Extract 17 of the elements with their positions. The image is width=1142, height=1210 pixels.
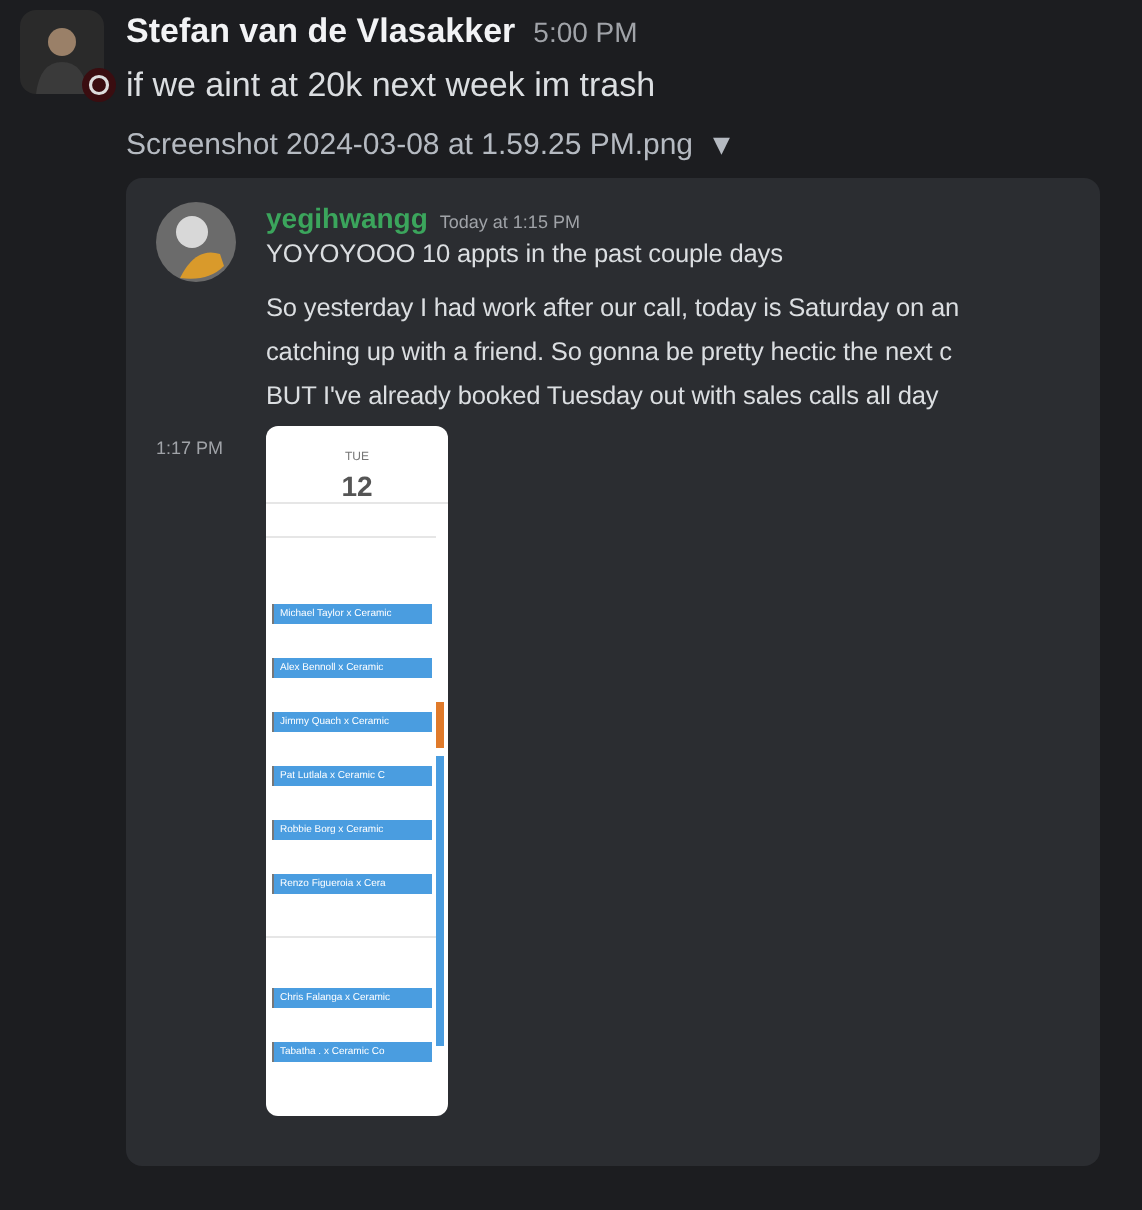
badge-icon	[82, 68, 116, 102]
timestamp: 5:00 PM	[533, 16, 638, 48]
message-text: catching up with a friend. So gonna be pretty hectic the next c	[266, 334, 954, 370]
avatar	[20, 10, 104, 94]
dropdown-caret[interactable]: ▼	[713, 132, 730, 158]
date-label: 12	[341, 470, 373, 502]
message-text: if we aint at 20k next week im trash	[126, 66, 658, 106]
message-text: YOYOYOOO 10 appts in the past couple days	[266, 236, 785, 272]
attachment-name[interactable]: Screenshot 2024-03-08 at 1.59.25 PM.png	[126, 128, 694, 162]
timestamp: 1:17 PM	[156, 438, 226, 458]
event-strip	[436, 702, 444, 748]
timestamp: Today at 1:15 PM	[439, 212, 580, 232]
message-text: BUT I've already booked Tuesday out with sales calls all day	[266, 378, 941, 414]
author-name[interactable]: yegihwangg	[266, 202, 428, 234]
avatar	[156, 202, 236, 282]
author-name[interactable]: Stefan van de Vlasakker	[126, 12, 516, 52]
message-text: So yesterday I had work after our call, today is Saturday on an	[266, 290, 960, 326]
